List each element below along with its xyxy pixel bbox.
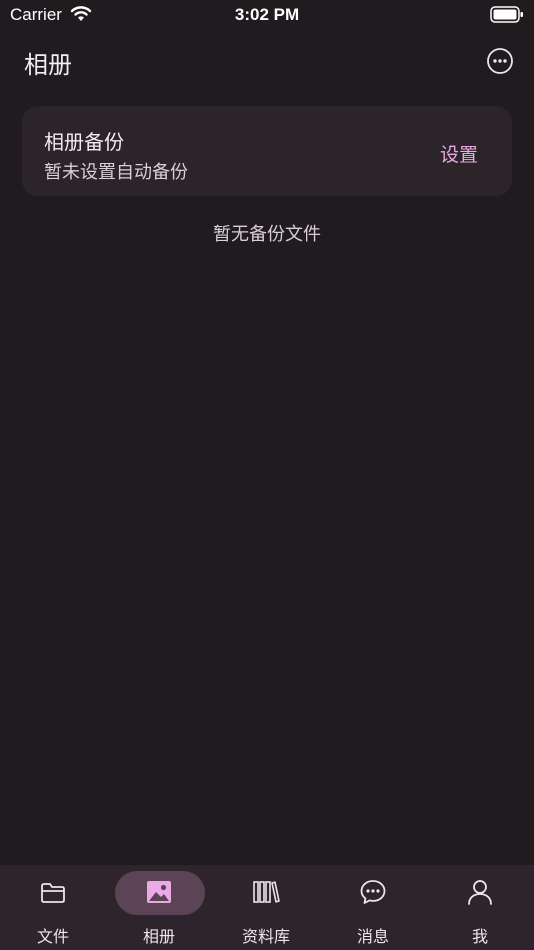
album-backup-card: 相册备份 暂未设置自动备份 设置: [22, 106, 512, 196]
tab-label: 消息: [356, 927, 389, 946]
backup-card-title: 相册备份: [44, 130, 124, 154]
folder-icon: [41, 883, 65, 903]
empty-state-text: 暂无备份文件: [213, 224, 321, 245]
tab-files[interactable]: 文件: [0, 865, 106, 950]
page-title: 相册: [24, 51, 72, 79]
tab-label: 资料库: [241, 927, 290, 946]
battery-icon: [490, 6, 523, 23]
tab-album[interactable]: 相册: [106, 865, 212, 950]
status-time: 3:02 PM: [234, 5, 300, 24]
status-bar: Carrier 3:02 PM: [0, 0, 534, 30]
header: 相册: [0, 30, 534, 92]
tab-me[interactable]: 我: [427, 865, 533, 950]
tab-label: 文件: [36, 927, 69, 946]
chat-bubble-icon: [360, 880, 386, 904]
library-icon: [253, 881, 280, 903]
image-icon: [147, 881, 171, 903]
person-icon: [468, 880, 492, 905]
backup-settings-button[interactable]: 设置: [440, 140, 478, 167]
tab-label: 相册: [142, 927, 175, 946]
tab-bar: 文件 相册 资料库 消息 我: [0, 865, 534, 950]
tab-label: 我: [471, 927, 488, 946]
backup-card-subtitle: 暂未设置自动备份: [44, 162, 188, 183]
tab-messages[interactable]: 消息: [320, 865, 426, 950]
tab-library[interactable]: 资料库: [213, 865, 319, 950]
more-options-icon[interactable]: [486, 47, 514, 75]
